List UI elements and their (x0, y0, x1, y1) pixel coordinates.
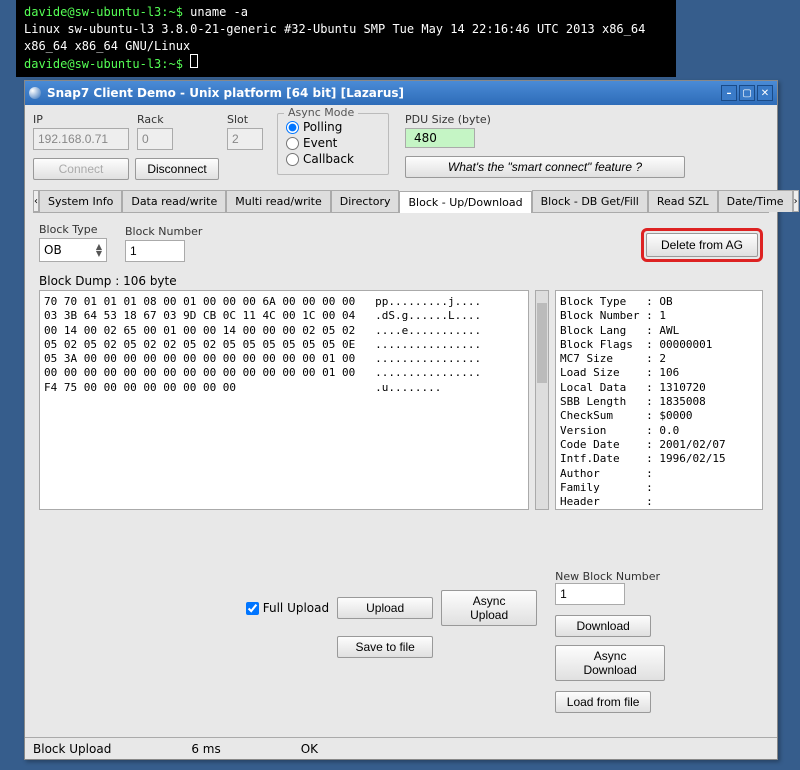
status-result: OK (301, 742, 318, 756)
async-legend: Async Mode (284, 106, 358, 119)
tab-multi-rw[interactable]: Multi read/write (226, 190, 331, 212)
save-to-file-button[interactable]: Save to file (337, 636, 433, 658)
scrollbar-thumb[interactable] (537, 303, 547, 383)
app-window: Snap7 Client Demo - Unix platform [64 bi… (24, 80, 778, 760)
tab-directory[interactable]: Directory (331, 190, 400, 212)
block-info: Block Type : OB Block Number : 1 Block L… (555, 290, 763, 510)
radio-polling-input[interactable] (286, 121, 299, 134)
term-cursor (190, 54, 198, 68)
new-block-number-input[interactable] (555, 583, 625, 605)
status-time: 6 ms (191, 742, 220, 756)
tabs-nav-right[interactable]: › (793, 190, 799, 212)
connect-button: Connect (33, 158, 129, 180)
term-output: Linux sw-ubuntu-l3 3.8.0-21-generic #32-… (24, 21, 668, 55)
tab-block-updown[interactable]: Block - Up/Download (399, 191, 531, 213)
block-number-label: Block Number (125, 225, 202, 238)
hex-scrollbar[interactable] (535, 290, 549, 510)
radio-callback[interactable]: Callback (286, 152, 380, 166)
close-button[interactable]: ✕ (757, 85, 773, 101)
window-title: Snap7 Client Demo - Unix platform [64 bi… (47, 86, 404, 100)
app-icon (29, 87, 41, 99)
spinner-icon: ▲▼ (96, 243, 102, 257)
rack-label: Rack (137, 113, 219, 126)
tab-system-info[interactable]: System Info (39, 190, 122, 212)
async-upload-button[interactable]: Async Upload (441, 590, 537, 626)
download-button[interactable]: Download (555, 615, 651, 637)
terminal: davide@sw-ubuntu-l3:~$ uname -a Linux sw… (16, 0, 676, 77)
radio-callback-input[interactable] (286, 153, 299, 166)
full-upload-checkbox[interactable]: Full Upload (246, 601, 329, 615)
tab-block-db[interactable]: Block - DB Get/Fill (532, 190, 648, 212)
ip-label: IP (33, 113, 129, 126)
maximize-button[interactable]: ▢ (739, 85, 755, 101)
radio-event[interactable]: Event (286, 136, 380, 150)
slot-input (227, 128, 263, 150)
pdu-label: PDU Size (byte) (405, 113, 685, 126)
status-bar: Block Upload 6 ms OK (25, 737, 777, 759)
block-type-value: OB (44, 243, 62, 257)
block-number-input[interactable] (125, 240, 185, 262)
block-type-label: Block Type (39, 223, 107, 236)
block-dump-label: Block Dump : 106 byte (39, 274, 763, 288)
delete-highlight: Delete from AG (641, 228, 763, 262)
delete-from-ag-button[interactable]: Delete from AG (646, 233, 758, 257)
new-block-number-label: New Block Number (555, 570, 763, 583)
async-download-button[interactable]: Async Download (555, 645, 665, 681)
ip-input (33, 128, 129, 150)
titlebar[interactable]: Snap7 Client Demo - Unix platform [64 bi… (25, 81, 777, 105)
radio-event-input[interactable] (286, 137, 299, 150)
upload-button[interactable]: Upload (337, 597, 433, 619)
term-cmd: uname -a (190, 5, 248, 19)
smart-connect-button[interactable]: What's the "smart connect" feature ? (405, 156, 685, 178)
rack-input (137, 128, 173, 150)
hex-dump[interactable]: 70 70 01 01 01 08 00 01 00 00 00 6A 00 0… (39, 290, 529, 510)
full-upload-input[interactable] (246, 602, 259, 615)
term-prompt-1: davide@sw-ubuntu-l3:~$ (24, 5, 190, 19)
load-from-file-button[interactable]: Load from file (555, 691, 651, 713)
tab-datetime[interactable]: Date/Time (718, 190, 793, 212)
block-type-select[interactable]: OB ▲▼ (39, 238, 107, 262)
slot-label: Slot (227, 113, 263, 126)
tab-data-rw[interactable]: Data read/write (122, 190, 226, 212)
status-operation: Block Upload (33, 742, 111, 756)
disconnect-button[interactable]: Disconnect (135, 158, 219, 180)
minimize-button[interactable]: – (721, 85, 737, 101)
tab-read-szl[interactable]: Read SZL (648, 190, 718, 212)
radio-polling[interactable]: Polling (286, 120, 380, 134)
pdu-value: 480 (405, 128, 475, 148)
term-prompt-2: davide@sw-ubuntu-l3:~$ (24, 57, 190, 71)
